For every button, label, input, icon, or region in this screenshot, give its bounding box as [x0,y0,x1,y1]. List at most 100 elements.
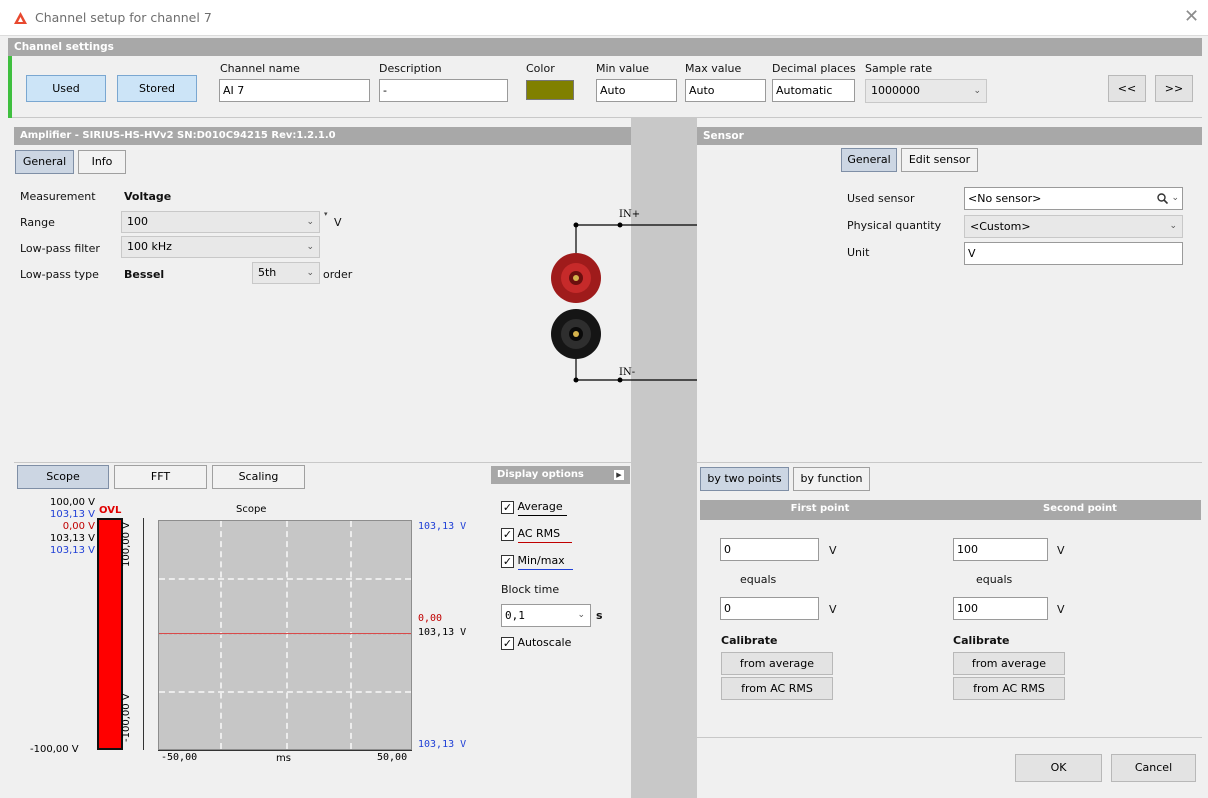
close-icon[interactable]: ✕ [1184,6,1199,27]
tab-by-two-points[interactable]: by two points [700,467,789,491]
minmax-checkbox[interactable]: ✓ Min/max [501,554,573,570]
used-sensor-select[interactable]: <No sensor> ⌄ [964,187,1183,210]
x-axis-line [158,750,412,751]
lowpass-filter-label: Low-pass filter [20,242,100,255]
range-value: 100 [127,215,148,228]
grid-line [286,521,288,749]
previous-channel-button[interactable]: << [1108,75,1146,102]
max-value-label: Max value [685,62,742,75]
average-checkbox-box[interactable]: ✓ [501,500,514,514]
first-point-output-unit: V [829,603,837,616]
chevron-down-icon: ⌄ [577,610,585,620]
second-point-input-value[interactable]: 100 [953,538,1048,561]
right-bottom-value: 103,13 V [418,739,467,750]
used-button[interactable]: Used [26,75,106,102]
autoscale-label: Autoscale [517,636,572,649]
level-bar [97,518,123,750]
display-options-title: Display options [497,469,584,480]
second-point-output-value[interactable]: 100 [953,597,1048,620]
tab-edit-sensor[interactable]: Edit sensor [901,148,978,172]
y-axis-bottom-label: -100,00 V [121,693,132,742]
decimal-places-input[interactable]: Automatic [772,79,855,102]
first-point-output-value[interactable]: 0 [720,597,819,620]
cancel-button[interactable]: Cancel [1111,754,1196,782]
acrms-checkbox-box[interactable]: ✓ [501,527,514,541]
expand-icon[interactable]: ▶ [614,470,624,480]
channel-name-input[interactable]: AI 7 [219,79,370,102]
scope-plot[interactable] [158,520,412,750]
min-value-input[interactable]: Auto [596,79,677,102]
physical-quantity-select[interactable]: <Custom> ⌄ [964,215,1183,238]
autoscale-checkbox[interactable]: ✓ Autoscale [501,636,571,650]
average-checkbox[interactable]: ✓ Average [501,500,567,516]
display-options-header: Display options ▶ [491,466,630,484]
lowpass-type-label: Low-pass type [20,268,99,281]
acrms-checkbox[interactable]: ✓ AC RMS [501,527,573,543]
tab-sensor-general[interactable]: General [841,148,897,172]
right-top-value: 103,13 V [418,521,467,532]
search-icon [1157,193,1168,204]
tab-scope[interactable]: Scope [17,465,109,489]
sample-rate-label: Sample rate [865,62,933,75]
tab-fft[interactable]: FFT [114,465,207,489]
block-time-select[interactable]: 0,1 ⌄ [501,604,591,627]
range-select[interactable]: 100 ⌄ [121,211,320,233]
minmax-checkbox-box[interactable]: ✓ [501,554,514,568]
in-plus-label: IN+ [619,209,641,220]
tab-scaling[interactable]: Scaling [212,465,305,489]
stored-button[interactable]: Stored [117,75,197,102]
next-channel-button[interactable]: >> [1155,75,1193,102]
autoscale-checkbox-box[interactable]: ✓ [501,636,514,650]
used-sensor-label: Used sensor [847,192,915,205]
grid-line [159,691,411,693]
overload-indicator: OVL [99,505,122,516]
first-point-input-value[interactable]: 0 [720,538,819,561]
physical-quantity-value: <Custom> [970,220,1031,233]
right-mid-red-value: 0,00 [418,613,443,624]
sensor-header: Sensor [697,127,1202,145]
second-point-header: Second point [1043,503,1117,514]
description-input[interactable]: - [379,79,508,102]
scope-title: Scope [236,504,267,515]
unit-input[interactable]: V [964,242,1183,265]
tab-by-function[interactable]: by function [793,467,870,491]
decimal-places-label: Decimal places [772,62,856,75]
max-value-input[interactable]: Auto [685,79,766,102]
second-point-equals: equals [976,573,1013,586]
first-from-average-button[interactable]: from average [721,652,833,675]
channel-settings-header: Channel settings [8,38,1202,56]
black-input-jack [551,309,601,359]
range-label: Range [20,216,55,229]
in-minus-label: IN- [619,367,636,378]
first-calibrate-label: Calibrate [721,634,778,647]
title-bar: Channel setup for channel 7 ✕ [0,0,1208,36]
lowpass-filter-select[interactable]: 100 kHz ⌄ [121,236,320,258]
color-label: Color [526,62,555,75]
tab-amplifier-general[interactable]: General [15,150,74,174]
range-menu-icon[interactable]: ▾ [324,210,328,218]
range-unit: V [334,216,342,229]
app-logo-icon [14,12,27,24]
grid-line [350,521,352,749]
ok-button[interactable]: OK [1015,754,1102,782]
second-point-output-unit: V [1057,603,1065,616]
filter-order-select[interactable]: 5th ⌄ [252,262,320,284]
first-from-acrms-button[interactable]: from AC RMS [721,677,833,700]
scope-value-item: 103,13 V [49,545,95,556]
min-value-label: Min value [596,62,650,75]
scope-value-item: 103,13 V [49,533,95,544]
scope-value-item: 103,13 V [49,509,95,520]
amplifier-header: Amplifier - SIRIUS-HS-HVv2 SN:D010C94215… [14,127,631,145]
tab-amplifier-info[interactable]: Info [78,150,126,174]
block-time-unit: s [596,609,603,622]
x-axis-max-label: 50,00 [377,752,408,763]
lowpass-filter-value: 100 kHz [127,240,172,253]
color-swatch[interactable] [526,80,574,100]
scope-value-list: 100,00 V 103,13 V 0,00 V 103,13 V 103,13 V [22,497,95,557]
chevron-down-icon: ⌄ [306,242,314,252]
second-from-average-button[interactable]: from average [953,652,1065,675]
channel-name-label: Channel name [220,62,300,75]
sample-rate-select[interactable]: 1000000 ⌄ [865,79,987,103]
second-from-acrms-button[interactable]: from AC RMS [953,677,1065,700]
chevron-down-icon: ⌄ [306,268,314,278]
